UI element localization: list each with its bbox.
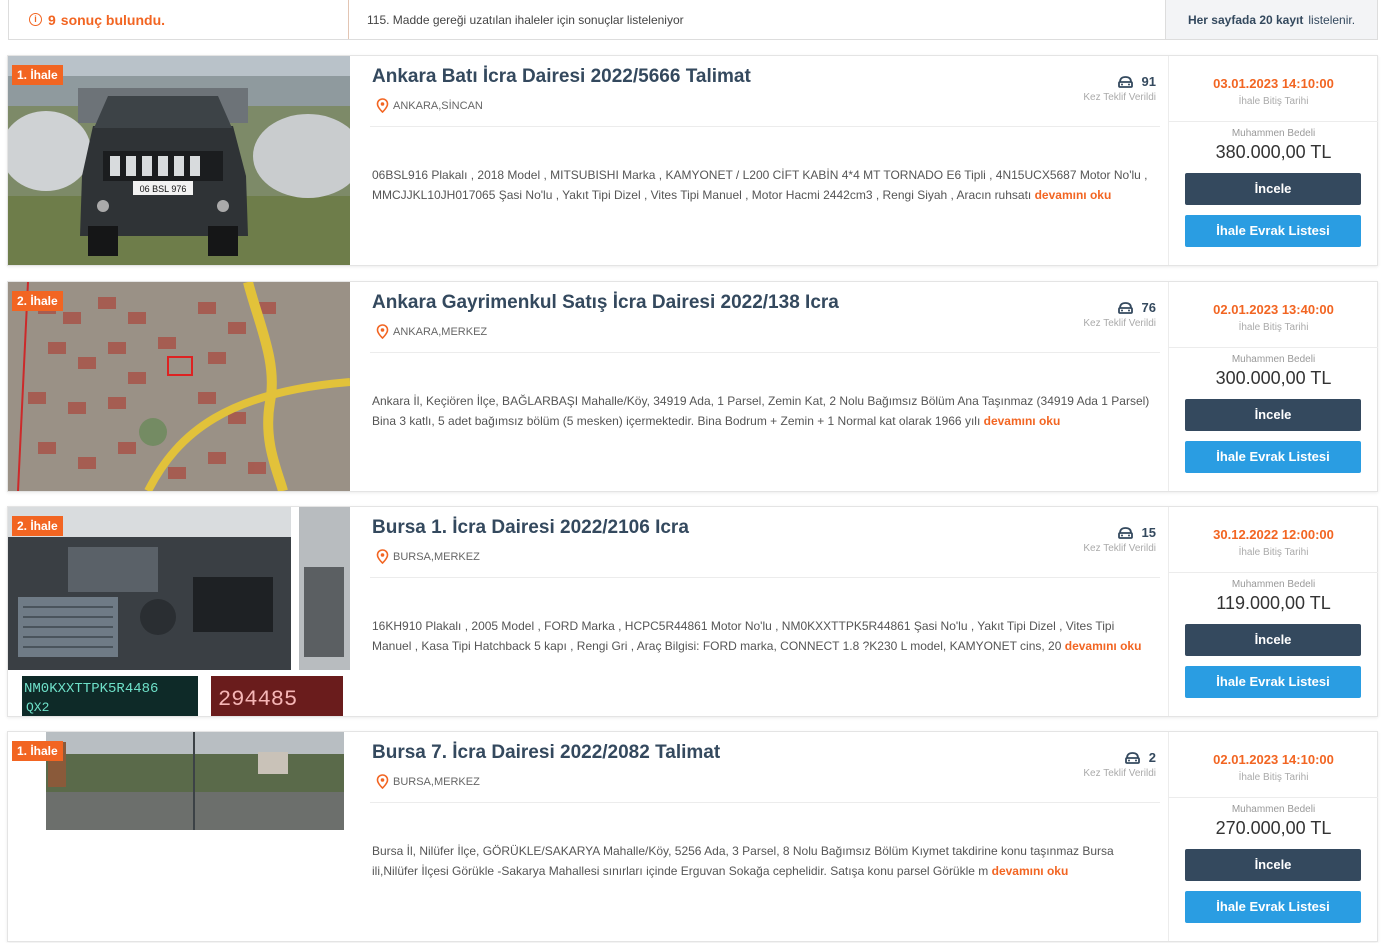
gavel-icon	[1117, 75, 1133, 88]
listing-description: 16KH910 Plakalı , 2005 Model , FORD Mark…	[372, 617, 1152, 656]
bid-count-label: Kez Teklif Verildi	[1083, 92, 1156, 103]
location-pin-icon	[376, 549, 389, 564]
end-date: 30.12.2022 12:00:00	[1213, 527, 1334, 542]
listing-card[interactable]: NM0KXXTTPK5R4486 QX2 294485 2. İhale Bur…	[7, 506, 1378, 717]
satellite-map-photo[interactable]: 2. İhale	[8, 282, 350, 491]
document-list-button[interactable]: İhale Evrak Listesi	[1185, 666, 1361, 698]
inspect-button[interactable]: İncele	[1185, 849, 1361, 881]
license-plate-text: 06 BSL 976	[140, 184, 187, 194]
location-text: ANKARA,SİNCAN	[393, 99, 483, 112]
bid-count: 76 Kez Teklif Verildi	[1083, 300, 1156, 329]
bid-count-label: Kez Teklif Verildi	[1083, 318, 1156, 329]
description-text: 06BSL916 Plakalı , 2018 Model , MITSUBIS…	[372, 168, 1148, 202]
estimated-price: 300.000,00 TL	[1215, 368, 1332, 388]
engine-collage-photo[interactable]: NM0KXXTTPK5R4486 QX2 294485 2. İhale	[8, 507, 350, 716]
location-text: BURSA,MERKEZ	[393, 775, 480, 788]
location-pin-icon	[376, 324, 389, 339]
pickup-truck-photo[interactable]: 06 BSL 976 1. İhale	[8, 56, 350, 265]
listing-description: Bursa İl, Nilüfer İlçe, GÖRÜKLE/SAKARYA …	[372, 842, 1152, 881]
auction-round-badge: 2. İhale	[12, 516, 63, 536]
listing-description: 06BSL916 Plakalı , 2018 Model , MITSUBIS…	[372, 166, 1152, 205]
read-more-link[interactable]: devamını oku	[1035, 188, 1112, 202]
bid-count: 91 Kez Teklif Verildi	[1083, 74, 1156, 103]
listing-location: ANKARA,MERKEZ	[376, 324, 487, 339]
read-more-link[interactable]: devamını oku	[992, 864, 1069, 878]
gavel-icon	[1117, 301, 1133, 314]
listing-title[interactable]: Bursa 1. İcra Dairesi 2022/2106 Icra	[372, 517, 689, 539]
document-list-button[interactable]: İhale Evrak Listesi	[1185, 891, 1361, 923]
location-pin-icon	[376, 98, 389, 113]
chassis-number-text: NM0KXXTTPK5R4486	[24, 681, 158, 697]
inspect-button[interactable]: İncele	[1185, 624, 1361, 656]
listing-card[interactable]: 06 BSL 976 1. İhale Ankara Batı İcra Dai…	[7, 55, 1378, 266]
price-label: Muhammen Bedeli	[1231, 354, 1316, 365]
per-page-count: Her sayfada 20 kayıt	[1187, 12, 1304, 27]
listing-title[interactable]: Ankara Gayrimenkul Satış İcra Dairesi 20…	[372, 292, 839, 314]
price-label: Muhammen Bedeli	[1231, 804, 1316, 815]
bid-count-number: 2	[1148, 750, 1156, 765]
read-more-link[interactable]: devamını oku	[984, 414, 1061, 428]
listing-sidebar: 02.01.2023 13:40:00 İhale Bitiş Tarihi M…	[1168, 282, 1378, 491]
listing-title[interactable]: Ankara Batı İcra Dairesi 2022/5666 Talim…	[372, 66, 751, 88]
bid-count-number: 15	[1141, 525, 1156, 540]
per-page-info: Her sayfada 20 kayıt listelenir.	[1165, 0, 1377, 39]
inspect-button[interactable]: İncele	[1185, 399, 1361, 431]
result-count-number: 9	[48, 11, 56, 28]
estimated-price: 119.000,00 TL	[1216, 593, 1331, 613]
odometer-text: 294485	[218, 687, 297, 712]
listing-location: BURSA,MERKEZ	[376, 549, 480, 564]
end-date: 02.01.2023 14:10:00	[1213, 752, 1334, 767]
inspect-button[interactable]: İncele	[1185, 173, 1361, 205]
gavel-icon	[1124, 751, 1140, 764]
document-list-button[interactable]: İhale Evrak Listesi	[1185, 441, 1361, 473]
document-list-button[interactable]: İhale Evrak Listesi	[1185, 215, 1361, 247]
estimated-price: 380.000,00 TL	[1215, 142, 1332, 162]
bid-count: 15 Kez Teklif Verildi	[1083, 525, 1156, 554]
end-date: 03.01.2023 14:10:00	[1213, 76, 1334, 91]
read-more-link[interactable]: devamını oku	[1065, 639, 1142, 653]
bid-count-number: 91	[1141, 74, 1156, 89]
auction-round-badge: 1. İhale	[12, 65, 63, 85]
listing-sidebar: 30.12.2022 12:00:00 İhale Bitiş Tarihi M…	[1168, 507, 1378, 716]
listing-card[interactable]: 2. İhale Ankara Gayrimenkul Satış İcra D…	[7, 281, 1378, 492]
bid-count-number: 76	[1141, 300, 1156, 315]
estimated-price: 270.000,00 TL	[1215, 818, 1332, 838]
end-date-label: İhale Bitiş Tarihi	[1238, 96, 1309, 107]
bid-count: 2 Kez Teklif Verildi	[1083, 750, 1156, 779]
end-date-label: İhale Bitiş Tarihi	[1238, 772, 1309, 783]
end-date-label: İhale Bitiş Tarihi	[1238, 547, 1309, 558]
bid-count-label: Kez Teklif Verildi	[1083, 768, 1156, 779]
bid-count-label: Kez Teklif Verildi	[1083, 543, 1156, 554]
location-pin-icon	[376, 774, 389, 789]
chassis-number-text-2: QX2	[26, 700, 49, 715]
results-summary-bar: i 9 sonuç bulundu. 115. Madde gereği uza…	[8, 0, 1378, 40]
extension-note: 115. Madde gereği uzatılan ihaleler için…	[367, 12, 684, 27]
location-text: BURSA,MERKEZ	[393, 550, 480, 563]
end-date-label: İhale Bitiş Tarihi	[1238, 322, 1309, 333]
description-text: 16KH910 Plakalı , 2005 Model , FORD Mark…	[372, 619, 1115, 653]
listing-sidebar: 03.01.2023 14:10:00 İhale Bitiş Tarihi M…	[1168, 56, 1378, 265]
info-icon: i	[29, 13, 42, 26]
auction-round-badge: 2. İhale	[12, 291, 63, 311]
auction-round-badge: 1. İhale	[12, 741, 63, 761]
price-label: Muhammen Bedeli	[1231, 579, 1316, 590]
listing-location: BURSA,MERKEZ	[376, 774, 480, 789]
listing-title[interactable]: Bursa 7. İcra Dairesi 2022/2082 Talimat	[372, 742, 720, 764]
land-plot-photo[interactable]: 1. İhale	[8, 732, 350, 941]
end-date: 02.01.2023 13:40:00	[1213, 302, 1334, 317]
listing-card[interactable]: 1. İhale Bursa 7. İcra Dairesi 2022/2082…	[7, 731, 1378, 942]
price-label: Muhammen Bedeli	[1231, 128, 1316, 139]
result-count: i 9 sonuç bulundu.	[9, 0, 349, 39]
listing-description: Ankara İl, Keçiören İlçe, BAĞLARBAŞI Mah…	[372, 392, 1152, 431]
listing-sidebar: 02.01.2023 14:10:00 İhale Bitiş Tarihi M…	[1168, 732, 1378, 941]
location-text: ANKARA,MERKEZ	[393, 325, 488, 338]
per-page-suffix: listelenir.	[1308, 12, 1356, 27]
listing-location: ANKARA,SİNCAN	[376, 98, 483, 113]
result-count-text: sonuç bulundu.	[60, 11, 166, 28]
gavel-icon	[1117, 526, 1133, 539]
